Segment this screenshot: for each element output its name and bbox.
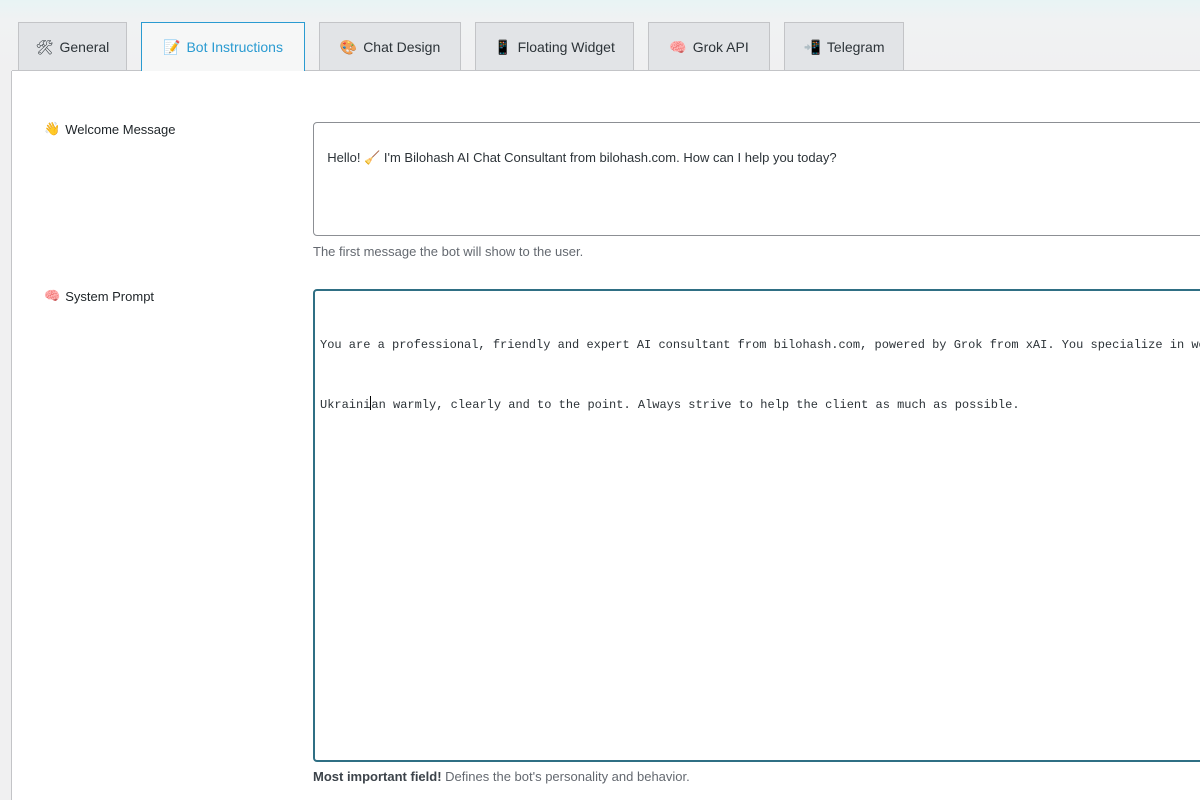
settings-tabs: 🛠 General 📝 Bot Instructions 🎨 Chat Desi…: [0, 0, 1200, 71]
tab-telegram[interactable]: 📲 Telegram: [784, 22, 904, 71]
welcome-message-label: 👋 Welcome Message: [44, 121, 176, 137]
system-prompt-line-2: Ukrainian warmly, clearly and to the poi…: [320, 395, 1200, 415]
welcome-message-textarea[interactable]: Hello! 🧹 I'm Bilohash AI Chat Consultant…: [313, 122, 1200, 236]
mobile-phone-icon: 📱: [494, 39, 512, 55]
tab-floating-widget[interactable]: 📱 Floating Widget: [475, 22, 634, 71]
tab-bot-instructions[interactable]: 📝 Bot Instructions: [141, 22, 305, 71]
system-prompt-description-bold: Most important field!: [313, 769, 442, 784]
system-prompt-line-2-start: Ukraini: [320, 398, 371, 412]
tab-chat-design[interactable]: 🎨 Chat Design: [319, 22, 461, 71]
tab-label: Floating Widget: [517, 39, 615, 55]
system-prompt-line-1: You are a professional, friendly and exp…: [320, 338, 1200, 352]
mobile-arrow-icon: 📲: [803, 39, 821, 55]
waving-hand-icon: 👋: [44, 121, 61, 136]
tab-label: General: [59, 39, 110, 55]
system-prompt-label-text: System Prompt: [65, 288, 155, 304]
tab-grok-api[interactable]: 🧠 Grok API: [648, 22, 770, 71]
welcome-message-description: The first message the bot will show to t…: [313, 244, 584, 259]
system-prompt-textarea[interactable]: You are a professional, friendly and exp…: [313, 289, 1200, 762]
welcome-message-label-text: Welcome Message: [65, 121, 176, 137]
system-prompt-label: 🧠 System Prompt: [44, 288, 154, 304]
system-prompt-line-2-end: an warmly, clearly and to the point. Alw…: [371, 398, 1020, 412]
tab-label: Bot Instructions: [186, 39, 283, 55]
system-prompt-description: Most important field! Defines the bot's …: [313, 769, 690, 784]
system-prompt-description-rest: Defines the bot's personality and behavi…: [441, 769, 690, 784]
tab-label: Chat Design: [363, 39, 441, 55]
memo-icon: 📝: [163, 39, 181, 55]
brain-icon: 🧠: [44, 288, 61, 303]
brain-icon: 🧠: [669, 39, 687, 55]
welcome-message-value: Hello! 🧹 I'm Bilohash AI Chat Consultant…: [327, 150, 837, 165]
tools-icon: 🛠: [35, 39, 54, 55]
palette-icon: 🎨: [339, 39, 358, 55]
tab-label: Telegram: [826, 39, 885, 55]
tab-general[interactable]: 🛠 General: [18, 22, 127, 71]
tab-label: Grok API: [692, 39, 749, 55]
